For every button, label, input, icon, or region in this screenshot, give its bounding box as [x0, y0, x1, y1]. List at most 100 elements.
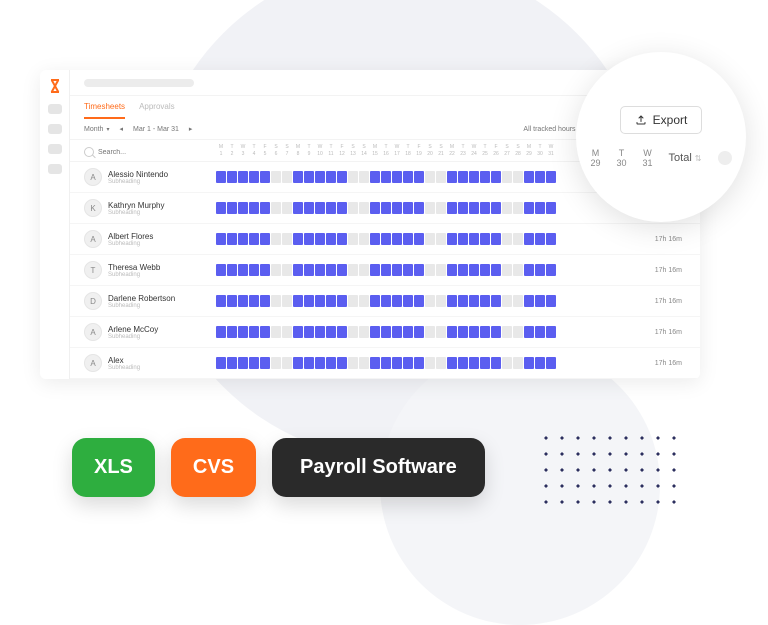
day-cell[interactable] — [304, 357, 314, 369]
day-cell[interactable] — [238, 264, 248, 276]
day-cell[interactable] — [260, 171, 270, 183]
day-cell[interactable] — [326, 295, 336, 307]
day-cell[interactable] — [227, 264, 237, 276]
day-cell[interactable] — [425, 264, 435, 276]
day-cell[interactable] — [436, 357, 446, 369]
day-cell[interactable] — [480, 326, 490, 338]
day-cell[interactable] — [337, 264, 347, 276]
day-cell[interactable] — [414, 264, 424, 276]
day-cell[interactable] — [425, 326, 435, 338]
day-cell[interactable] — [425, 202, 435, 214]
day-cell[interactable] — [337, 233, 347, 245]
day-cell[interactable] — [381, 202, 391, 214]
day-cell[interactable] — [469, 326, 479, 338]
day-cell[interactable] — [348, 295, 358, 307]
table-row[interactable]: AAlbert FloresSubheading17h 16m — [70, 224, 700, 255]
day-cell[interactable] — [249, 295, 259, 307]
day-cell[interactable] — [359, 171, 369, 183]
total-sort[interactable]: Total⇅ — [669, 152, 702, 164]
day-cell[interactable] — [348, 326, 358, 338]
day-cell[interactable] — [216, 295, 226, 307]
day-cell[interactable] — [502, 171, 512, 183]
table-row[interactable]: AArlene McCoySubheading17h 16m — [70, 317, 700, 348]
day-cell[interactable] — [359, 357, 369, 369]
day-cell[interactable] — [403, 171, 413, 183]
day-cell[interactable] — [524, 171, 534, 183]
day-cell[interactable] — [491, 357, 501, 369]
day-cell[interactable] — [249, 264, 259, 276]
day-cell[interactable] — [238, 295, 248, 307]
day-cell[interactable] — [315, 233, 325, 245]
day-cell[interactable] — [381, 357, 391, 369]
day-cell[interactable] — [392, 264, 402, 276]
day-cell[interactable] — [260, 295, 270, 307]
day-cell[interactable] — [348, 233, 358, 245]
day-cell[interactable] — [436, 264, 446, 276]
day-cell[interactable] — [315, 202, 325, 214]
day-cell[interactable] — [502, 295, 512, 307]
day-cell[interactable] — [359, 233, 369, 245]
nav-item[interactable] — [48, 104, 62, 114]
day-cell[interactable] — [480, 357, 490, 369]
day-cell[interactable] — [535, 171, 545, 183]
day-cell[interactable] — [392, 357, 402, 369]
day-cell[interactable] — [304, 264, 314, 276]
day-cell[interactable] — [381, 171, 391, 183]
day-cell[interactable] — [249, 233, 259, 245]
day-cell[interactable] — [436, 202, 446, 214]
day-cell[interactable] — [370, 171, 380, 183]
day-cell[interactable] — [502, 233, 512, 245]
day-cell[interactable] — [436, 326, 446, 338]
day-cell[interactable] — [227, 357, 237, 369]
day-cell[interactable] — [282, 357, 292, 369]
day-cell[interactable] — [513, 171, 523, 183]
day-cell[interactable] — [480, 295, 490, 307]
table-row[interactable]: DDarlene RobertsonSubheading17h 16m — [70, 286, 700, 317]
day-cell[interactable] — [469, 357, 479, 369]
day-cell[interactable] — [535, 295, 545, 307]
day-cell[interactable] — [392, 295, 402, 307]
day-cell[interactable] — [546, 326, 556, 338]
day-cell[interactable] — [370, 326, 380, 338]
filter-daterange[interactable]: Mar 1 - Mar 31 — [133, 126, 179, 133]
day-cell[interactable] — [282, 264, 292, 276]
day-cell[interactable] — [524, 264, 534, 276]
day-cell[interactable] — [447, 326, 457, 338]
day-cell[interactable] — [293, 202, 303, 214]
day-cell[interactable] — [447, 233, 457, 245]
day-cell[interactable] — [546, 202, 556, 214]
day-cell[interactable] — [546, 295, 556, 307]
day-cell[interactable] — [524, 326, 534, 338]
search-input[interactable] — [98, 149, 178, 156]
day-cell[interactable] — [480, 202, 490, 214]
day-cell[interactable] — [414, 295, 424, 307]
day-cell[interactable] — [227, 326, 237, 338]
day-cell[interactable] — [359, 202, 369, 214]
day-cell[interactable] — [271, 326, 281, 338]
day-cell[interactable] — [546, 171, 556, 183]
day-cell[interactable] — [381, 233, 391, 245]
badge-cvs[interactable]: CVS — [171, 438, 256, 497]
day-cell[interactable] — [447, 295, 457, 307]
day-cell[interactable] — [260, 233, 270, 245]
day-cell[interactable] — [546, 357, 556, 369]
day-cell[interactable] — [271, 202, 281, 214]
day-cell[interactable] — [370, 357, 380, 369]
day-cell[interactable] — [315, 171, 325, 183]
day-cell[interactable] — [271, 233, 281, 245]
day-cell[interactable] — [315, 264, 325, 276]
day-cell[interactable] — [249, 202, 259, 214]
day-cell[interactable] — [304, 233, 314, 245]
day-cell[interactable] — [491, 295, 501, 307]
day-cell[interactable] — [469, 264, 479, 276]
day-cell[interactable] — [381, 295, 391, 307]
day-cell[interactable] — [260, 264, 270, 276]
day-cell[interactable] — [337, 357, 347, 369]
day-cell[interactable] — [370, 202, 380, 214]
day-cell[interactable] — [458, 357, 468, 369]
day-cell[interactable] — [425, 233, 435, 245]
day-cell[interactable] — [227, 171, 237, 183]
day-cell[interactable] — [216, 326, 226, 338]
day-cell[interactable] — [458, 264, 468, 276]
day-cell[interactable] — [216, 202, 226, 214]
